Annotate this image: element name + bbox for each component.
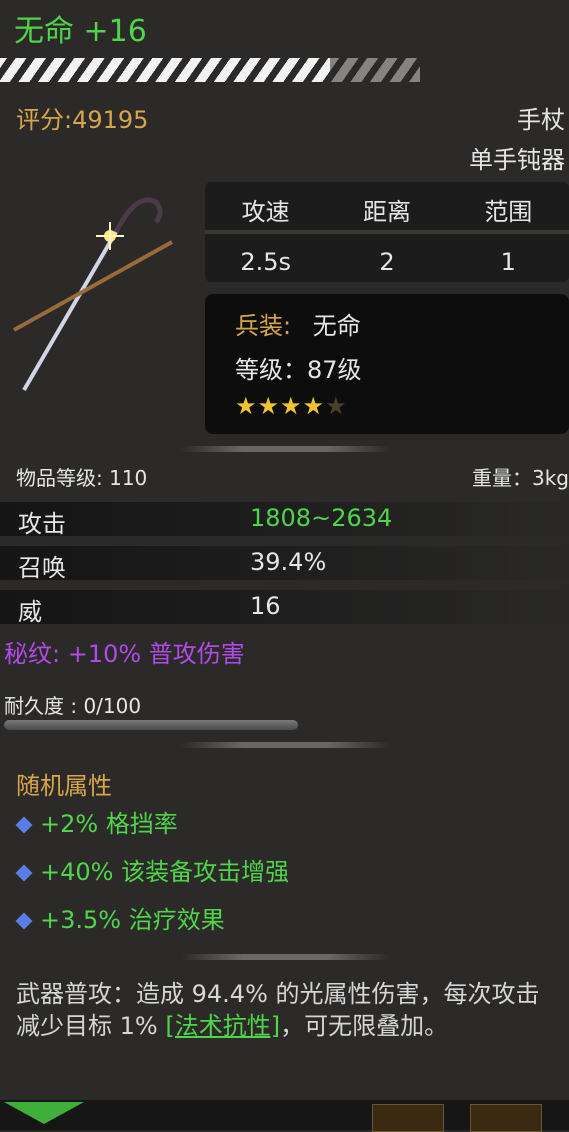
weapon-value: 无命	[312, 312, 361, 340]
attr-row-might: 威 16	[0, 590, 569, 626]
ornament-divider	[180, 954, 390, 960]
gem-icon	[15, 816, 33, 834]
weapon-info-panel: 兵装: 无命 等级：87级 ★★★★★	[205, 294, 569, 434]
attr-label: 召唤	[18, 554, 66, 582]
ornament-divider	[180, 446, 390, 452]
stat-value-range: 1	[500, 248, 516, 276]
item-type: 单手钝器	[469, 146, 565, 174]
random-attr-item: +3.5% 治疗效果	[14, 900, 225, 935]
star-filled-icon: ★	[302, 392, 326, 420]
random-attr-text: +2% 格挡率	[40, 810, 178, 838]
random-attr-item: +40% 该装备攻击增强	[14, 852, 289, 887]
attr-row-summon: 召唤 39.4%	[0, 546, 569, 582]
random-attr-item: +2% 格挡率	[14, 804, 178, 839]
collapse-chevron-icon[interactable]	[4, 1102, 84, 1124]
stat-header-distance: 距离	[362, 198, 411, 226]
attr-label: 威	[18, 598, 42, 626]
stat-value-speed: 2.5s	[240, 248, 291, 276]
ornament-divider	[180, 742, 390, 748]
item-score: 评分:49195	[16, 106, 149, 134]
moon-skill-icon[interactable]	[372, 1104, 444, 1132]
rarity-stripe	[0, 58, 422, 82]
weapon-label: 兵装:	[235, 312, 292, 340]
spell-resist-link[interactable]: [法术抗性]	[165, 1012, 280, 1040]
random-attrs-title: 随机属性	[16, 772, 112, 800]
gem-icon	[15, 864, 33, 882]
divider	[205, 230, 569, 234]
attr-row-attack: 攻击 1808~2634	[0, 502, 569, 538]
weapon-level: 等级：87级	[235, 356, 362, 384]
description-suffix: ，可无限叠加。	[280, 1012, 449, 1040]
stat-value-distance: 2	[379, 248, 395, 276]
random-attr-text: +3.5% 治疗效果	[40, 906, 225, 934]
stat-header-range: 范围	[484, 198, 533, 226]
gem-icon	[15, 912, 33, 930]
item-level: 物品等级: 110	[16, 466, 148, 490]
star-empty-icon: ★	[325, 392, 348, 420]
durability-text: 耐久度 : 0/100	[4, 694, 142, 718]
star-filled-icon: ★	[257, 392, 281, 420]
star-filled-icon: ★	[235, 392, 258, 420]
attack-stats-panel: 攻速 距离 范围 2.5s 2 1	[205, 182, 569, 282]
weapon-staff-icon	[13, 197, 173, 392]
attr-value: 1808~2634	[250, 504, 393, 532]
item-category: 手杖	[517, 106, 565, 134]
durability-bar	[4, 720, 298, 730]
stat-header-speed: 攻速	[241, 198, 290, 226]
secret-pattern: 秘纹: +10% 普攻伤害	[4, 640, 245, 668]
random-attr-text: +40% 该装备攻击增强	[40, 858, 290, 886]
item-name: 无命 +16	[14, 14, 147, 49]
item-weight: 重量：3kg	[471, 466, 569, 490]
attr-value: 39.4%	[250, 548, 327, 576]
star-filled-icon: ★	[280, 392, 303, 420]
mask-skill-icon[interactable]	[470, 1104, 542, 1132]
attr-value: 16	[250, 592, 281, 620]
attr-label: 攻击	[18, 510, 66, 538]
star-rating: ★★★★★	[235, 392, 348, 420]
weapon-description: 武器普攻：造成 94.4% 的光属性伤害，每次攻击减少目标 1% [法术抗性]，…	[16, 978, 556, 1042]
